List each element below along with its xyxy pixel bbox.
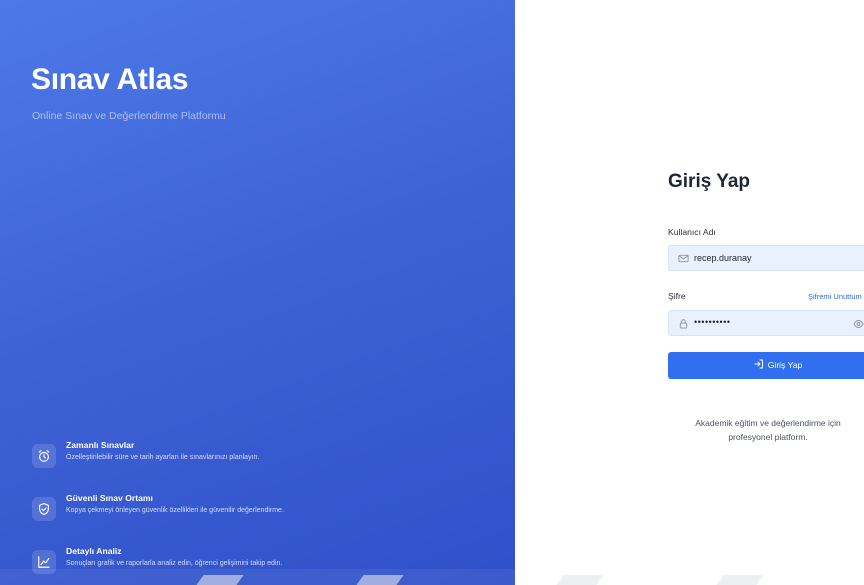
login-page: Sınav Atlas Online Sınav ve Değerlendirm… [0, 0, 864, 585]
watermark-shape [356, 575, 404, 585]
login-button[interactable]: Giriş Yap [668, 352, 864, 379]
lock-icon [679, 319, 688, 329]
feature-item: Zamanlı Sınavlar Özelleştirilebilir süre… [32, 440, 502, 470]
username-value: recep.duranay [694, 253, 752, 263]
feature-description: Özelleştirilebilir süre ve tarih ayarlar… [66, 454, 260, 461]
brand-panel: Sınav Atlas Online Sınav ve Değerlendirm… [0, 0, 515, 585]
feature-title: Zamanlı Sınavlar [66, 440, 135, 450]
feature-title: Detaylı Analiz [66, 546, 122, 556]
mail-icon [678, 254, 689, 263]
feature-description: Sonuçları grafik ve raporlarla analiz ed… [66, 560, 283, 567]
password-value: •••••••••• [694, 317, 731, 327]
forgot-password-link[interactable]: Şifremi Unuttum [808, 292, 862, 301]
watermark-shape [556, 575, 604, 585]
feature-title: Güvenli Sınav Ortamı [66, 493, 153, 503]
username-label: Kullanıcı Adı [668, 227, 716, 237]
alarm-clock-icon [32, 444, 56, 468]
brand-title: Sınav Atlas [31, 63, 189, 96]
feature-description: Kopya çekmeyi önleyen güvenlik özellikle… [66, 507, 284, 514]
footer-line: Akademik eğitim ve değerlendirme için [695, 418, 841, 428]
password-field[interactable]: •••••••••• [668, 310, 864, 336]
feature-item: Güvenli Sınav Ortamı Kopya çekmeyi önley… [32, 493, 502, 523]
watermark-shape [196, 575, 244, 585]
login-icon [754, 359, 763, 369]
password-label: Şifre [668, 291, 686, 301]
panel-bottom-strip [0, 569, 515, 585]
footer-tagline: Akademik eğitim ve değerlendirme için pr… [668, 416, 864, 444]
username-field[interactable]: recep.duranay [668, 245, 864, 271]
watermark-shape [716, 575, 764, 585]
shield-check-icon [32, 497, 56, 521]
eye-icon[interactable] [853, 319, 864, 329]
brand-subtitle: Online Sınav ve Değerlendirme Platformu [32, 110, 226, 122]
feature-list: Zamanlı Sınavlar Özelleştirilebilir süre… [32, 440, 502, 585]
login-title: Giriş Yap [668, 171, 751, 192]
footer-line: profesyonel platform. [728, 432, 808, 442]
login-button-label: Giriş Yap [767, 360, 803, 370]
